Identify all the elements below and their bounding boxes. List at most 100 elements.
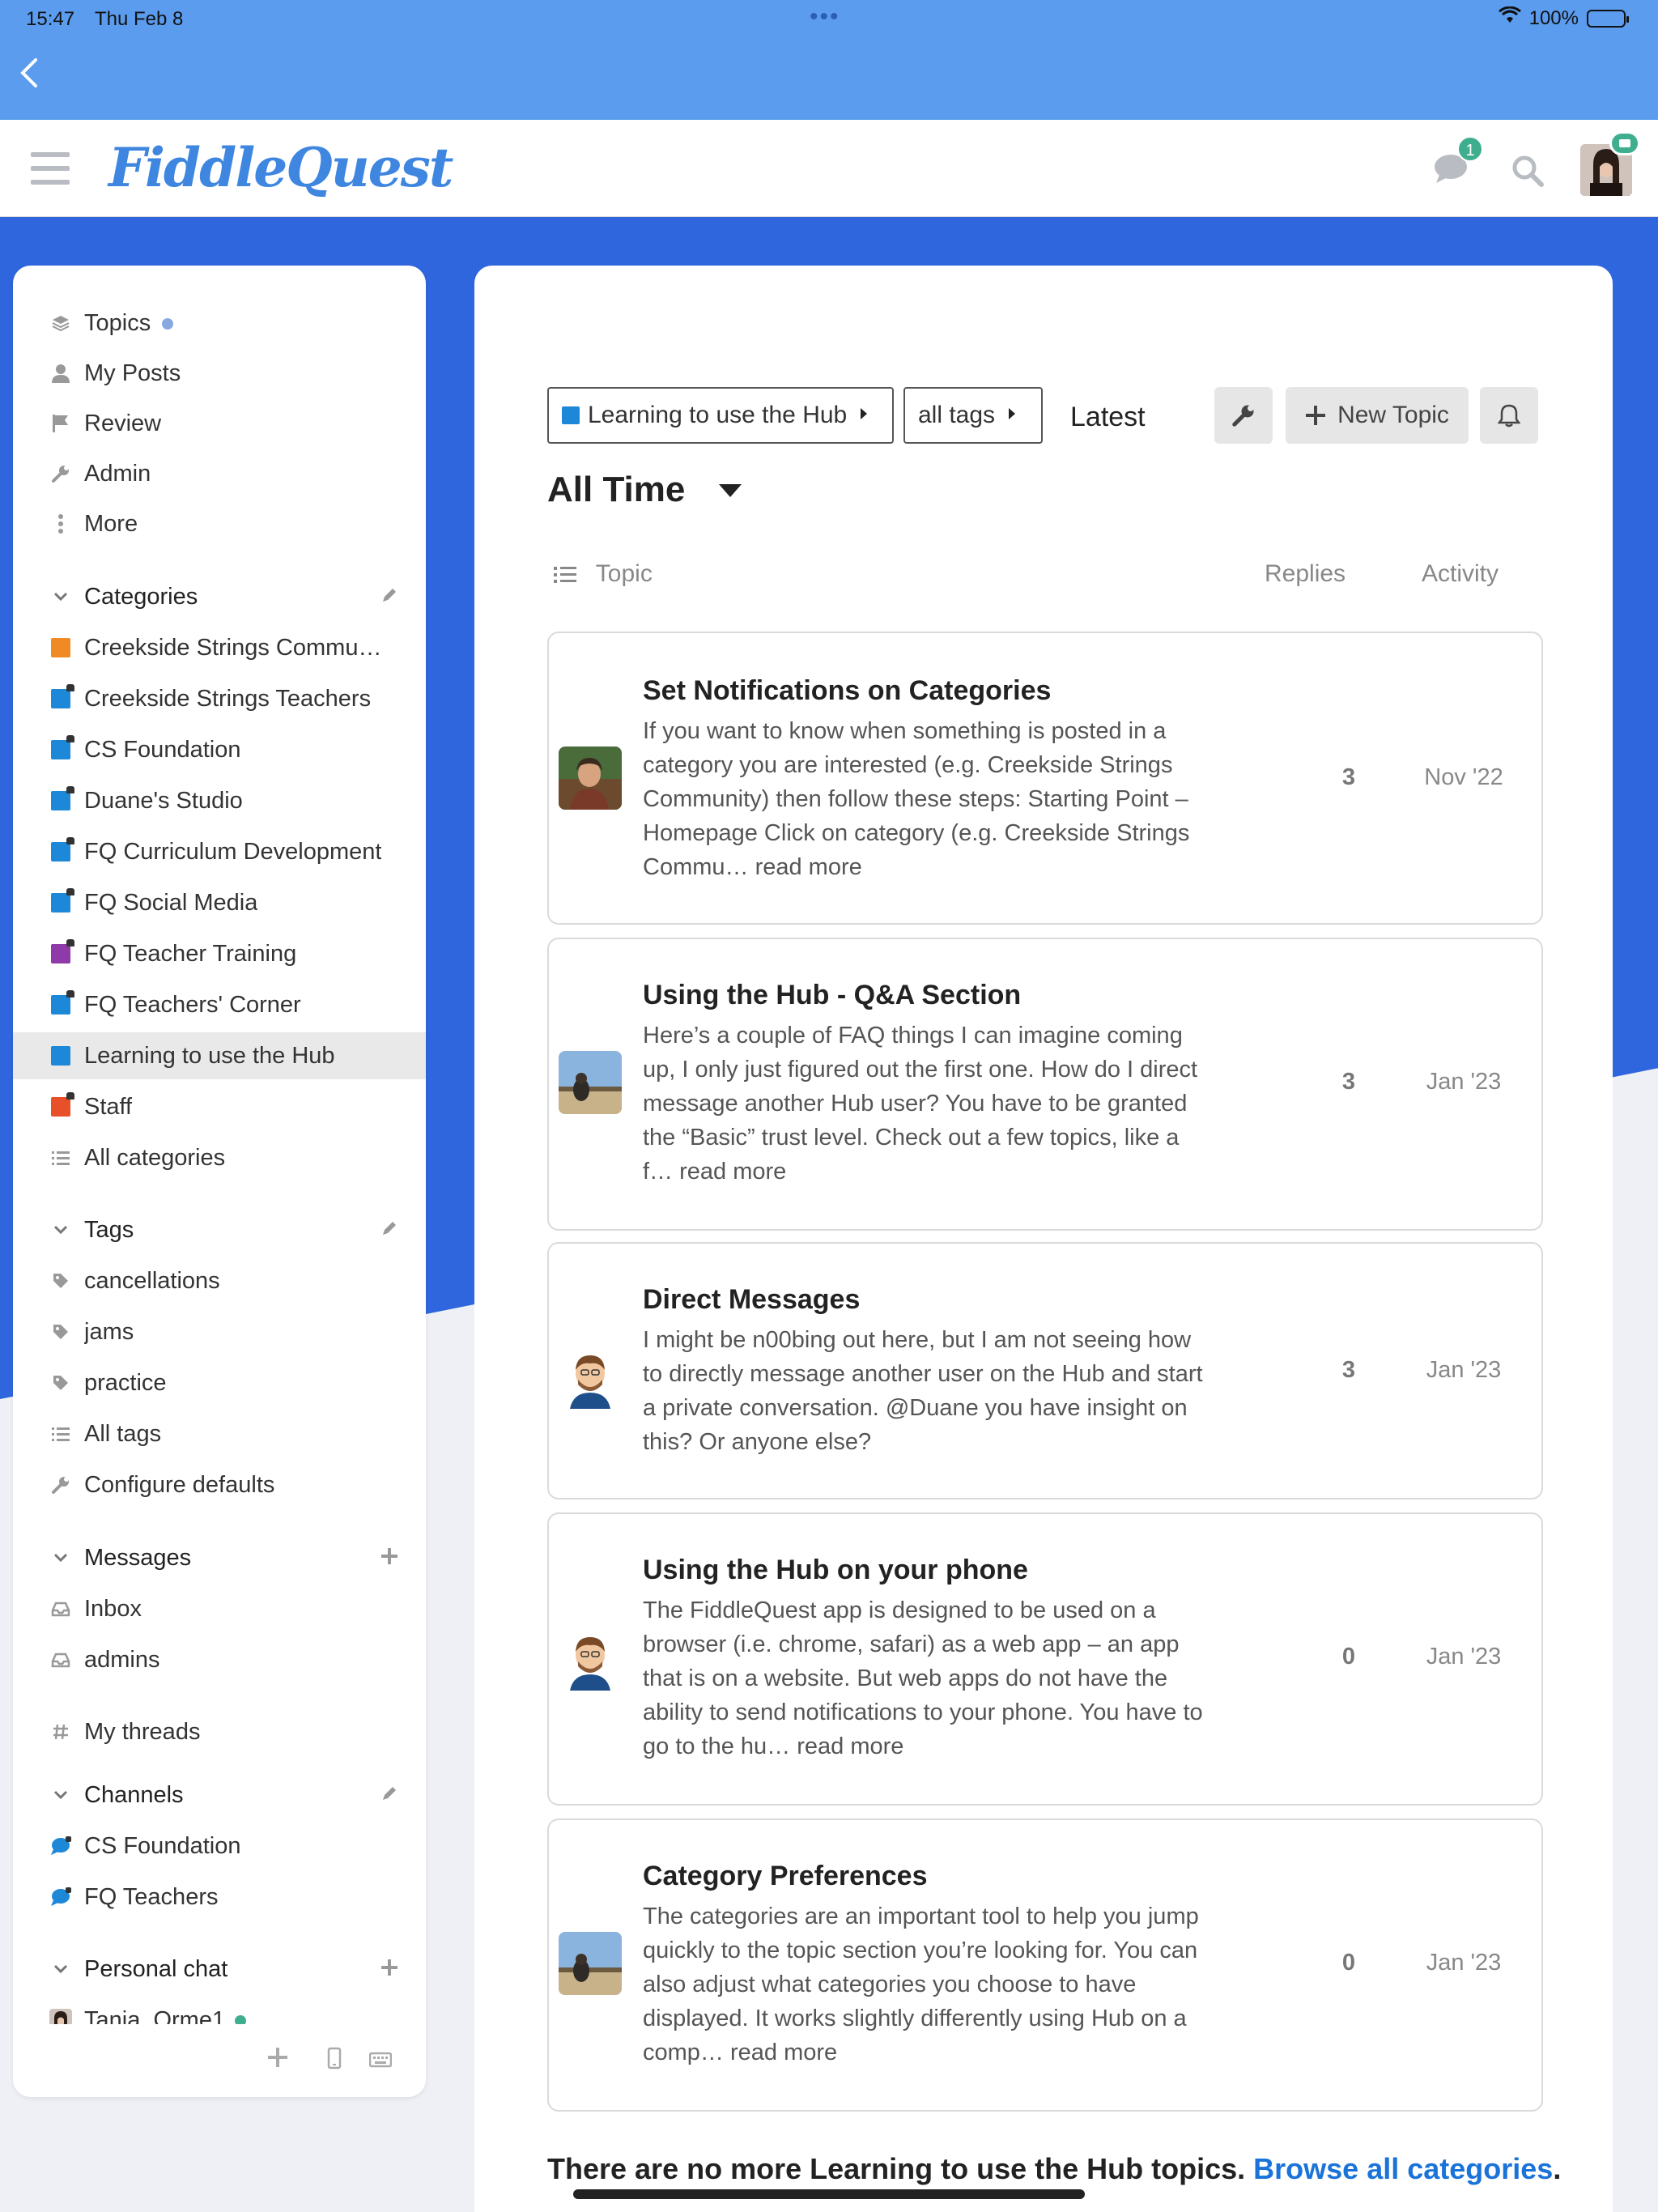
sidebar-category-fq-teacher-training[interactable]: FQ Teacher Training: [13, 930, 426, 977]
tag-filter-dropdown[interactable]: all tags: [903, 387, 1043, 444]
sidebar-channel-fq-teachers[interactable]: FQ Teachers: [13, 1874, 426, 1921]
topic-title[interactable]: Using the Hub - Q&A Section: [643, 980, 1021, 1011]
sidebar-category-fq-curriculum[interactable]: FQ Curriculum Development: [13, 828, 426, 875]
topic-activity-date[interactable]: Jan '23: [1399, 1644, 1528, 1670]
author-avatar[interactable]: [559, 1051, 622, 1114]
category-filter-dropdown[interactable]: Learning to use the Hub: [547, 387, 894, 444]
tag-icon: [49, 1269, 73, 1293]
sidebar-item-label: Duane's Studio: [84, 787, 243, 814]
status-bar: 15:47 Thu Feb 8 ••• 100%: [0, 0, 1658, 120]
topic-activity-date[interactable]: Nov '22: [1399, 764, 1528, 791]
activity-column-header[interactable]: Activity: [1422, 560, 1499, 588]
sidebar-all-categories[interactable]: All categories: [13, 1134, 426, 1181]
sidebar-tag-jams[interactable]: jams: [13, 1308, 426, 1355]
mobile-view-icon[interactable]: [327, 2047, 342, 2076]
sidebar-category-staff[interactable]: Staff: [13, 1083, 426, 1130]
sidebar-configure-defaults[interactable]: Configure defaults: [13, 1461, 426, 1508]
category-color-swatch: [51, 638, 70, 657]
sidebar-item-label: FQ Teachers: [84, 1883, 219, 1910]
topic-activity-date[interactable]: Jan '23: [1399, 1950, 1528, 1976]
search-icon[interactable]: [1511, 154, 1545, 188]
topic-column-header[interactable]: Topic: [554, 560, 653, 588]
topic-excerpt[interactable]: The FiddleQuest app is designed to be us…: [643, 1593, 1209, 1763]
sidebar-all-tags[interactable]: All tags: [13, 1410, 426, 1457]
sidebar-item-review[interactable]: Review: [13, 400, 426, 447]
sidebar-message-inbox[interactable]: Inbox: [13, 1585, 426, 1632]
messages-section-header[interactable]: Messages: [13, 1534, 426, 1581]
sidebar-category-creekside-teachers[interactable]: Creekside Strings Teachers: [13, 675, 426, 722]
channels-section-header[interactable]: Channels: [13, 1772, 426, 1819]
tags-section-header[interactable]: Tags: [13, 1206, 426, 1253]
pencil-icon[interactable]: [380, 1782, 398, 1808]
topic-card[interactable]: Direct Messages I might be n00bing out h…: [547, 1242, 1543, 1499]
topic-card[interactable]: Using the Hub - Q&A Section Here’s a cou…: [547, 938, 1543, 1231]
author-avatar[interactable]: [559, 1346, 622, 1409]
sidebar-tag-cancellations[interactable]: cancellations: [13, 1257, 426, 1304]
sidebar-item-admin[interactable]: Admin: [13, 450, 426, 497]
topic-activity-date[interactable]: Jan '23: [1399, 1069, 1528, 1095]
wrench-icon: [49, 1473, 73, 1497]
topic-title[interactable]: Using the Hub on your phone: [643, 1555, 1028, 1586]
add-section-icon[interactable]: [267, 2047, 288, 2074]
sidebar-category-duanes-studio[interactable]: Duane's Studio: [13, 777, 426, 824]
author-avatar[interactable]: [559, 1932, 622, 1995]
sidebar-category-fq-teachers-corner[interactable]: FQ Teachers' Corner: [13, 981, 426, 1028]
sidebar-category-learning-hub[interactable]: Learning to use the Hub: [13, 1032, 426, 1079]
hamburger-menu-icon[interactable]: [31, 152, 70, 185]
caret-down-icon[interactable]: [719, 484, 742, 497]
new-topic-button[interactable]: New Topic: [1286, 387, 1469, 444]
chevron-down-icon: [49, 1546, 73, 1570]
site-logo[interactable]: FiddleQuest: [108, 134, 453, 201]
sidebar-item-label: FQ Curriculum Development: [84, 838, 382, 865]
sidebar-item-label: cancellations: [84, 1267, 220, 1294]
status-date: Thu Feb 8: [95, 8, 184, 30]
sidebar-message-admins[interactable]: admins: [13, 1636, 426, 1683]
sidebar-item-label: All categories: [84, 1144, 226, 1171]
topic-activity-date[interactable]: Jan '23: [1399, 1357, 1528, 1384]
plus-icon[interactable]: [380, 1545, 398, 1571]
topic-title[interactable]: Set Notifications on Categories: [643, 675, 1051, 707]
pencil-icon[interactable]: [380, 584, 398, 610]
replies-column-header[interactable]: Replies: [1265, 560, 1346, 588]
browse-all-categories-link[interactable]: Browse all categories: [1253, 2152, 1553, 2185]
bulk-select-wrench-button[interactable]: [1214, 387, 1273, 444]
pencil-icon[interactable]: [380, 1217, 398, 1243]
topic-card[interactable]: Category Preferences The categories are …: [547, 1819, 1543, 2112]
sidebar-item-topics[interactable]: Topics: [13, 300, 426, 347]
home-indicator[interactable]: [573, 2189, 1085, 2199]
topic-card[interactable]: Using the Hub on your phone The FiddleQu…: [547, 1512, 1543, 1806]
sidebar-my-threads[interactable]: My threads: [13, 1708, 426, 1755]
tag-filter-label: all tags: [918, 402, 996, 428]
back-button[interactable]: [18, 57, 40, 96]
sidebar-channel-cs-foundation[interactable]: CS Foundation: [13, 1823, 426, 1870]
inbox-icon: [49, 1648, 73, 1672]
personal-chat-section-header[interactable]: Personal chat: [13, 1946, 426, 1993]
plus-icon[interactable]: [380, 1956, 398, 1982]
sidebar-category-fq-social-media[interactable]: FQ Social Media: [13, 879, 426, 926]
latest-nav-tab[interactable]: Latest: [1070, 402, 1146, 433]
section-title: Tags: [84, 1216, 134, 1243]
topic-title[interactable]: Category Preferences: [643, 1861, 928, 1892]
multitasking-dots[interactable]: •••: [810, 3, 840, 31]
keyboard-shortcuts-icon[interactable]: [368, 2047, 393, 2074]
period-selector[interactable]: All Time: [547, 470, 685, 510]
sidebar-item-more[interactable]: More: [13, 500, 426, 547]
author-avatar[interactable]: [559, 747, 622, 810]
topic-card[interactable]: Set Notifications on Categories If you w…: [547, 632, 1543, 925]
topic-excerpt[interactable]: I might be n00bing out here, but I am no…: [643, 1323, 1209, 1459]
sidebar-item-label: My Posts: [84, 359, 181, 386]
sidebar-category-creekside-community[interactable]: Creekside Strings Commu…: [13, 624, 426, 671]
topic-excerpt[interactable]: Here’s a couple of FAQ things I can imag…: [643, 1019, 1209, 1189]
sidebar-tag-practice[interactable]: practice: [13, 1359, 426, 1406]
categories-section-header[interactable]: Categories: [13, 573, 426, 620]
notifications-bell-button[interactable]: [1480, 387, 1538, 444]
wrench-icon: [49, 462, 73, 486]
author-avatar[interactable]: [559, 1627, 622, 1691]
topic-replies-count: 3: [1341, 764, 1356, 790]
topic-title[interactable]: Direct Messages: [643, 1284, 860, 1316]
sidebar-item-my-posts[interactable]: My Posts: [13, 350, 426, 397]
topic-excerpt[interactable]: If you want to know when something is po…: [643, 714, 1209, 884]
sidebar-category-cs-foundation[interactable]: CS Foundation: [13, 726, 426, 773]
category-filter-label: Learning to use the Hub: [588, 402, 848, 428]
topic-excerpt[interactable]: The categories are an important tool to …: [643, 1899, 1209, 2069]
